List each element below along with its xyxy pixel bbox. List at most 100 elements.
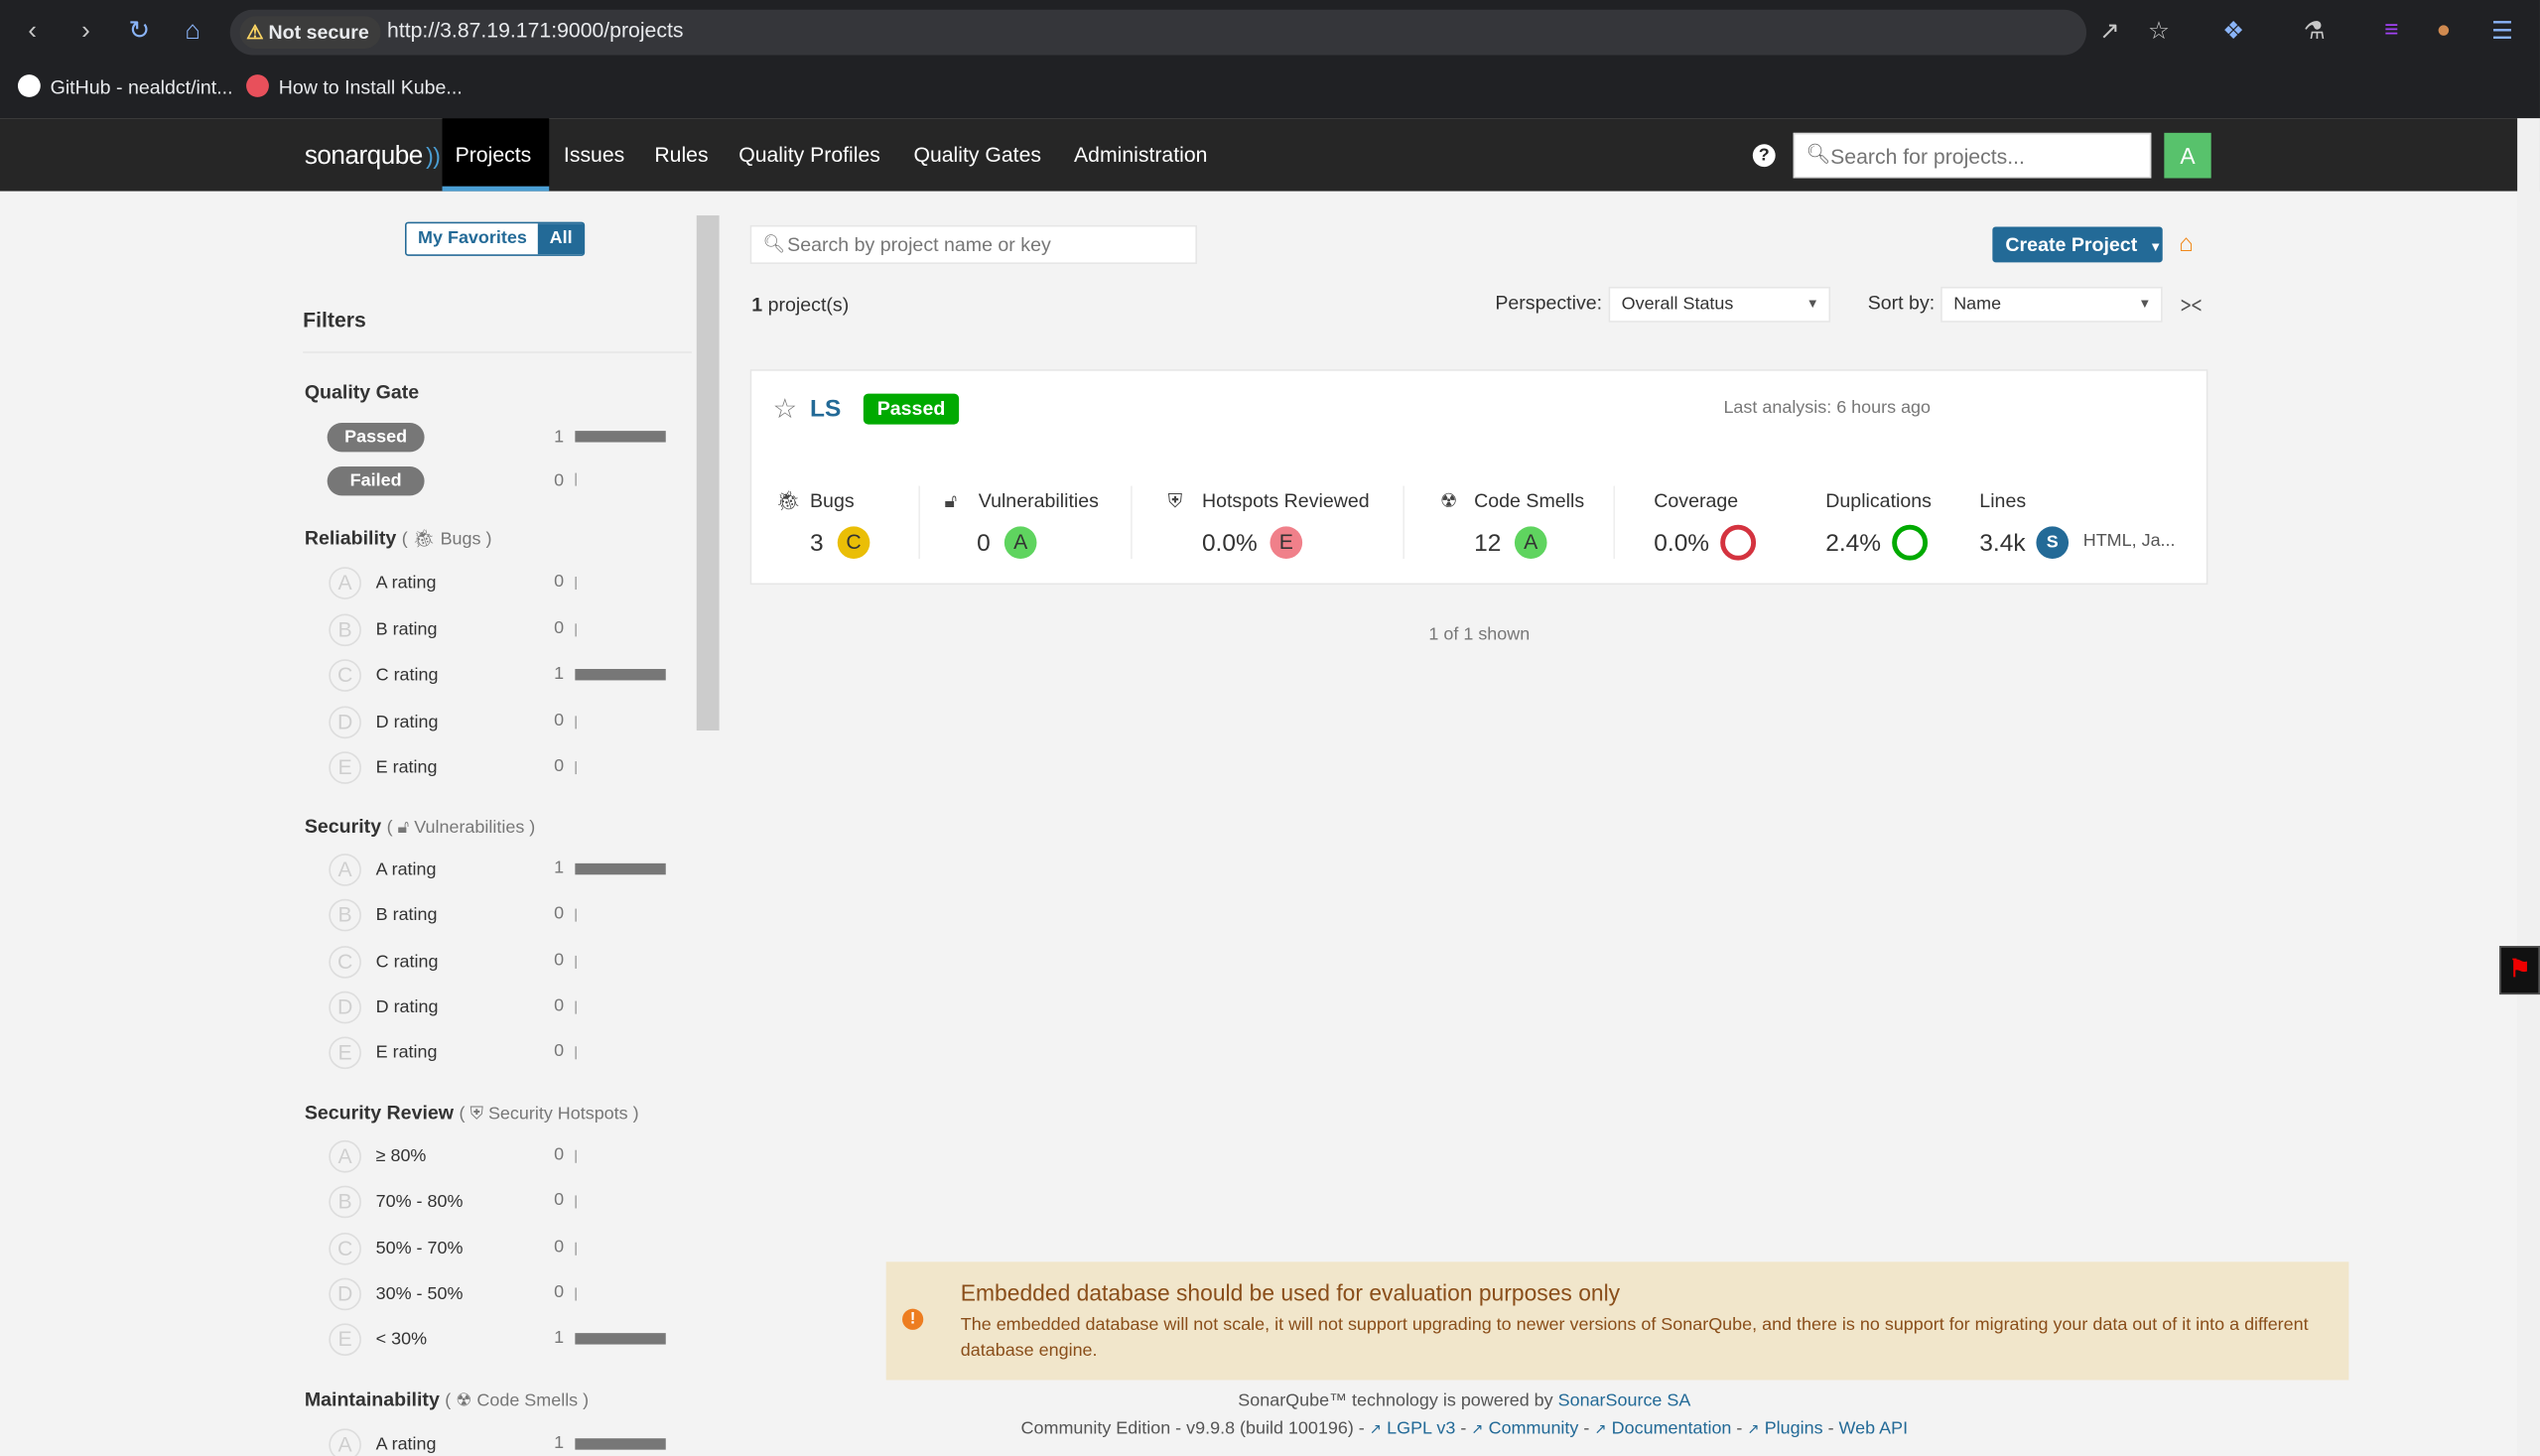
- quality-gate-failed-filter[interactable]: Failed: [327, 466, 425, 496]
- filter-count: 1: [554, 1328, 565, 1349]
- divider: [1613, 485, 1616, 560]
- filter-option[interactable]: C C rating 0: [329, 945, 669, 979]
- all-button[interactable]: All: [538, 223, 585, 255]
- duplications-ring-icon: [1892, 524, 1929, 561]
- url-text[interactable]: http://3.87.19.171:9000/projects: [387, 18, 683, 42]
- profile-icon[interactable]: ●: [2437, 16, 2452, 44]
- menu-icon[interactable]: ☰: [2491, 16, 2513, 46]
- vulnerabilities-rating-badge[interactable]: A: [1003, 526, 1037, 560]
- web-api-link[interactable]: Web API: [1839, 1419, 1909, 1439]
- security-indicator[interactable]: ⚠ Not secure: [239, 16, 381, 49]
- bookmark-label: How to Install Kube...: [278, 75, 463, 99]
- sort-select[interactable]: Name ▼: [1940, 286, 2163, 323]
- bugs-value[interactable]: 3: [810, 530, 824, 558]
- filter-option[interactable]: B B rating 0: [329, 612, 669, 646]
- filter-option-label: C rating: [375, 665, 439, 686]
- sidebar-scrollbar[interactable]: [696, 215, 720, 731]
- nav-quality-gates[interactable]: Quality Gates: [913, 143, 1041, 167]
- code-smells-value[interactable]: 12: [1474, 530, 1501, 558]
- back-icon[interactable]: ‹: [16, 16, 49, 49]
- filter-bar: [575, 1287, 577, 1301]
- create-project-button[interactable]: Create Project ▼: [1992, 226, 2163, 263]
- filters-title: Filters: [303, 308, 366, 332]
- quality-gate-passed-filter[interactable]: Passed: [327, 422, 425, 453]
- filter-option[interactable]: C C rating 1: [329, 659, 669, 692]
- alert-icon: !: [902, 1308, 924, 1330]
- help-icon[interactable]: ?: [1752, 144, 1776, 168]
- filter-option[interactable]: D D rating 0: [329, 991, 669, 1024]
- warning-title: Embedded database should be used for eva…: [960, 1279, 1621, 1306]
- project-name-link[interactable]: LS: [810, 395, 841, 423]
- labs-icon[interactable]: ⚗: [2304, 16, 2326, 46]
- logo-text: sonarqube: [304, 142, 423, 171]
- coverage-ring-icon: [1720, 524, 1757, 561]
- nav-rules[interactable]: Rules: [654, 143, 708, 167]
- bookmark-github[interactable]: GitHub - nealdct/int...: [17, 74, 233, 100]
- filter-option[interactable]: D D rating 0: [329, 705, 669, 738]
- license-link[interactable]: LGPL v3: [1387, 1419, 1455, 1439]
- shield-icon: ⛨: [1167, 488, 1183, 512]
- bookmark-icon[interactable]: ☆: [2148, 16, 2170, 46]
- footer-powered: SonarQube™ technology is powered by Sona…: [0, 1391, 2540, 1411]
- extensions-icon[interactable]: ❖: [2222, 16, 2244, 46]
- favorites-toggle: My Favorites All: [405, 221, 586, 256]
- share-icon[interactable]: ↗: [2099, 16, 2120, 46]
- community-link[interactable]: Community: [1489, 1419, 1579, 1439]
- documentation-link[interactable]: Documentation: [1612, 1419, 1732, 1439]
- code-smells-rating-badge[interactable]: A: [1514, 526, 1547, 560]
- filter-option[interactable]: B B rating 0: [329, 899, 669, 932]
- nav-projects[interactable]: Projects: [456, 143, 532, 167]
- global-search-input[interactable]: [1830, 144, 2139, 169]
- rating-circle: C: [329, 659, 361, 692]
- bookmark-label: GitHub - nealdct/int...: [50, 75, 233, 99]
- my-favorites-button[interactable]: My Favorites: [406, 223, 539, 255]
- filter-option[interactable]: A A rating 1: [329, 854, 669, 886]
- coverage-value[interactable]: 0.0%: [1654, 530, 1709, 558]
- filter-option[interactable]: A ≥ 80% 0: [329, 1139, 669, 1173]
- filter-option[interactable]: E E rating 0: [329, 1036, 669, 1070]
- vulnerabilities-value[interactable]: 0: [977, 530, 991, 558]
- filter-option-label: A rating: [375, 573, 437, 594]
- divider: [1131, 485, 1133, 560]
- filter-bar: [575, 1438, 666, 1450]
- sonarsource-link[interactable]: SonarSource SA: [1558, 1391, 1691, 1411]
- filter-option[interactable]: D 30% - 50% 0: [329, 1277, 669, 1311]
- global-search[interactable]: 🔍︎: [1793, 132, 2152, 179]
- rating-circle: C: [329, 1232, 361, 1264]
- nav-administration[interactable]: Administration: [1074, 143, 1207, 167]
- filter-option[interactable]: A A rating 0: [329, 567, 669, 599]
- nav-issues[interactable]: Issues: [564, 143, 624, 167]
- nav-quality-profiles[interactable]: Quality Profiles: [738, 143, 880, 167]
- plugins-link[interactable]: Plugins: [1765, 1419, 1823, 1439]
- rating-circle: A: [329, 567, 361, 599]
- external-link-icon: ↗: [1747, 1420, 1760, 1437]
- filter-bar: [575, 1242, 577, 1256]
- search-icon: 🔍︎: [762, 234, 786, 255]
- rating-circle: A: [329, 854, 361, 886]
- filter-option[interactable]: B 70% - 80% 0: [329, 1186, 669, 1219]
- sort-direction-icon[interactable]: ⪥: [2181, 290, 2203, 318]
- duplications-value[interactable]: 2.4%: [1825, 530, 1881, 558]
- project-search-input[interactable]: 🔍︎ Search by project name or key: [749, 224, 1198, 265]
- page-scrollbar[interactable]: [2517, 118, 2540, 1456]
- filter-option[interactable]: E E rating 0: [329, 751, 669, 784]
- reload-icon[interactable]: ↻: [123, 16, 156, 49]
- perspective-select[interactable]: Overall Status ▼: [1608, 286, 1831, 323]
- favorite-star-icon[interactable]: ☆: [772, 394, 797, 427]
- bugs-rating-badge[interactable]: C: [837, 526, 870, 560]
- filter-option[interactable]: E < 30% 1: [329, 1323, 669, 1357]
- extension-icon[interactable]: ≡: [2384, 16, 2398, 44]
- hotspots-rating-badge[interactable]: E: [1270, 526, 1303, 560]
- bookmark-kube[interactable]: How to Install Kube...: [246, 74, 463, 100]
- forward-icon[interactable]: ›: [69, 16, 102, 49]
- filter-option[interactable]: C 50% - 70% 0: [329, 1232, 669, 1264]
- homepage-icon[interactable]: ⌂: [2179, 230, 2194, 258]
- user-avatar[interactable]: A: [2164, 132, 2211, 179]
- hotspots-value[interactable]: 0.0%: [1202, 530, 1258, 558]
- sonarqube-logo[interactable]: sonarqube)): [305, 143, 441, 172]
- bug-icon: 🐞︎: [775, 488, 801, 512]
- project-count-text: project(s): [767, 293, 850, 317]
- home-icon[interactable]: ⌂: [177, 16, 209, 49]
- filter-option-label: B rating: [375, 619, 438, 639]
- extension-widget-icon[interactable]: ⚑: [2499, 946, 2540, 995]
